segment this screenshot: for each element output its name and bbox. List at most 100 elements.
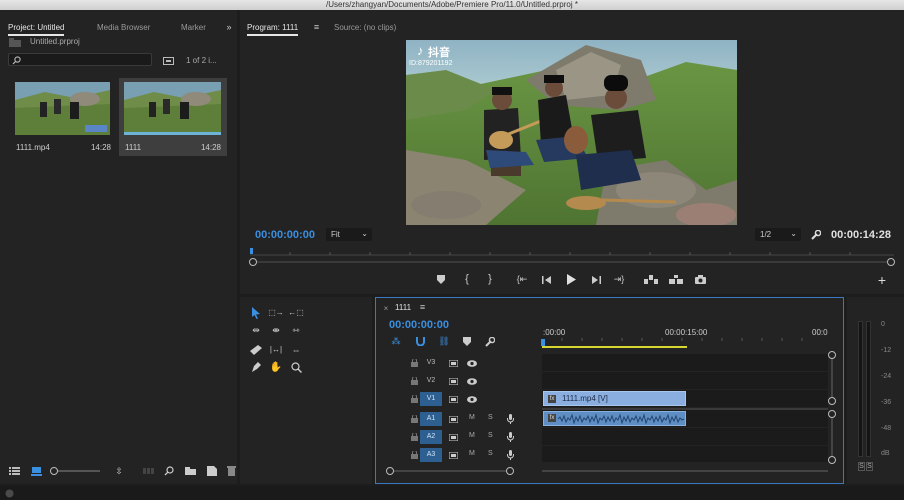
extract-icon[interactable] <box>668 274 684 285</box>
tab-media-browser[interactable]: Media Browser <box>97 23 150 32</box>
lock-icon[interactable] <box>410 414 419 424</box>
camera-icon[interactable] <box>694 274 707 285</box>
double-chevron-right-icon[interactable]: » <box>224 22 234 32</box>
slide-icon[interactable]: ⇔ <box>288 343 304 356</box>
eye-icon[interactable] <box>466 376 478 386</box>
sync-lock-icon[interactable] <box>448 358 459 368</box>
track-lane-v1[interactable]: fx 1111.mp4 [V] <box>542 390 828 407</box>
linked-selection-icon[interactable]: ⛓ <box>438 336 450 347</box>
solo-button[interactable]: S <box>488 414 493 421</box>
eye-icon[interactable] <box>466 394 478 404</box>
zoom-icon[interactable] <box>288 361 304 374</box>
solo-button[interactable]: S <box>488 432 493 439</box>
sync-lock-icon[interactable] <box>448 450 459 460</box>
scroll-left-handle[interactable] <box>386 467 394 475</box>
program-current-time[interactable]: 00:00:00:00 <box>255 229 315 241</box>
track-select-backward-icon[interactable]: ←⬚ <box>288 306 304 319</box>
track-lane-a1[interactable]: fx <box>542 410 828 427</box>
resolution-dropdown[interactable]: 1/2 ⌄ <box>755 228 801 241</box>
program-time-ruler[interactable] <box>250 248 894 256</box>
track-lane-a3[interactable] <box>542 446 828 462</box>
add-marker-icon[interactable] <box>462 336 472 347</box>
track-target-a1[interactable]: A1 <box>420 412 442 426</box>
microphone-icon[interactable] <box>505 449 515 461</box>
track-target-v3[interactable]: V3 <box>420 356 442 370</box>
scroll-right-handle[interactable] <box>506 467 514 475</box>
timeline-zoom-scrollbar[interactable] <box>542 470 828 472</box>
zoom-bar-left-handle[interactable] <box>249 258 257 266</box>
wrench-icon[interactable] <box>810 229 821 240</box>
mute-button[interactable]: M <box>469 450 475 457</box>
timeline-horizontal-scrollbar[interactable] <box>386 467 514 475</box>
tab-marker[interactable]: Marker <box>181 23 206 32</box>
plus-icon[interactable]: + <box>876 272 888 288</box>
program-zoom-bar[interactable] <box>249 258 895 266</box>
step-back-icon[interactable] <box>540 274 552 285</box>
playhead[interactable] <box>541 339 545 346</box>
track-target-v2[interactable]: V2 <box>420 374 442 388</box>
sort-icon[interactable]: ⇳ <box>114 466 124 476</box>
lock-icon[interactable] <box>410 358 419 368</box>
lift-icon[interactable] <box>643 274 659 285</box>
work-area-bar[interactable] <box>542 346 687 348</box>
new-bin-from-search-icon[interactable] <box>162 55 174 65</box>
marker-icon[interactable] <box>436 274 446 285</box>
list-view-icon[interactable] <box>8 466 20 476</box>
close-icon[interactable]: × <box>382 303 390 313</box>
new-bin-icon[interactable] <box>184 466 196 476</box>
hand-icon[interactable]: ✋ <box>268 361 284 374</box>
solo-button[interactable]: S <box>488 450 493 457</box>
timeline-timecode[interactable]: 00:00:00:00 <box>389 319 449 331</box>
sync-lock-icon[interactable] <box>448 394 459 404</box>
track-target-a2[interactable]: A2 <box>420 430 442 444</box>
eye-icon[interactable] <box>466 358 478 368</box>
audio-vertical-scrollbar[interactable] <box>828 410 836 464</box>
trash-icon[interactable] <box>226 465 236 476</box>
tab-program-monitor[interactable]: Program: 1111 <box>247 23 299 36</box>
search-input[interactable] <box>8 53 152 66</box>
solo-right-button[interactable]: S <box>866 462 873 471</box>
panel-menu-icon[interactable]: ≡ <box>418 302 427 312</box>
solo-left-button[interactable]: S <box>858 462 865 471</box>
track-target-v1[interactable]: V1 <box>420 392 442 406</box>
tab-source-monitor[interactable]: Source: (no clips) <box>334 23 396 32</box>
play-icon[interactable] <box>565 273 577 285</box>
step-forward-icon[interactable] <box>590 274 602 285</box>
track-select-forward-icon[interactable]: ⬚→ <box>268 306 284 319</box>
project-item[interactable]: 1111.mp4 14:28 <box>10 78 116 156</box>
zoom-slider[interactable] <box>50 467 100 475</box>
slip-icon[interactable]: |↔| <box>268 343 284 356</box>
sync-lock-icon[interactable] <box>448 414 459 424</box>
mute-button[interactable]: M <box>469 414 475 421</box>
video-vertical-scrollbar[interactable] <box>828 351 836 405</box>
sync-lock-icon[interactable] <box>448 432 459 442</box>
project-item-selected[interactable]: 1111 14:28 <box>119 78 227 156</box>
rolling-edit-icon[interactable]: ⇼ <box>268 324 284 337</box>
audio-clip[interactable]: fx <box>543 411 686 426</box>
microphone-icon[interactable] <box>505 431 515 443</box>
icon-view-icon[interactable] <box>30 466 42 476</box>
sequence-tab-name[interactable]: 1111 <box>395 303 411 312</box>
video-clip[interactable]: fx 1111.mp4 [V] <box>543 391 686 406</box>
panel-menu-icon[interactable]: ≡ <box>312 22 321 32</box>
lock-icon[interactable] <box>410 376 419 386</box>
go-to-in-icon[interactable]: {⇤ <box>515 274 529 285</box>
snap-icon[interactable] <box>414 336 426 347</box>
automate-to-sequence-icon[interactable] <box>142 466 156 476</box>
new-item-icon[interactable] <box>206 465 218 476</box>
ripple-edit-icon[interactable]: ⇹ <box>249 324 263 337</box>
zoom-slider-handle[interactable] <box>50 467 58 475</box>
lock-icon[interactable] <box>410 450 419 460</box>
track-lane-v2[interactable] <box>542 372 828 389</box>
selection-tool-icon[interactable] <box>249 306 263 319</box>
program-video-frame[interactable]: ♪ 抖音 ID:879201192 <box>406 40 737 225</box>
track-target-a3[interactable]: A3 <box>420 448 442 462</box>
out-point-icon[interactable]: } <box>485 273 495 285</box>
timeline-settings-wrench-icon[interactable] <box>484 336 496 347</box>
track-lane-a2[interactable] <box>542 428 828 445</box>
zoom-bar-right-handle[interactable] <box>887 258 895 266</box>
pen-icon[interactable] <box>249 361 263 374</box>
lock-icon[interactable] <box>410 394 419 404</box>
microphone-icon[interactable] <box>505 413 515 425</box>
tab-project[interactable]: Project: Untitled <box>8 23 65 36</box>
